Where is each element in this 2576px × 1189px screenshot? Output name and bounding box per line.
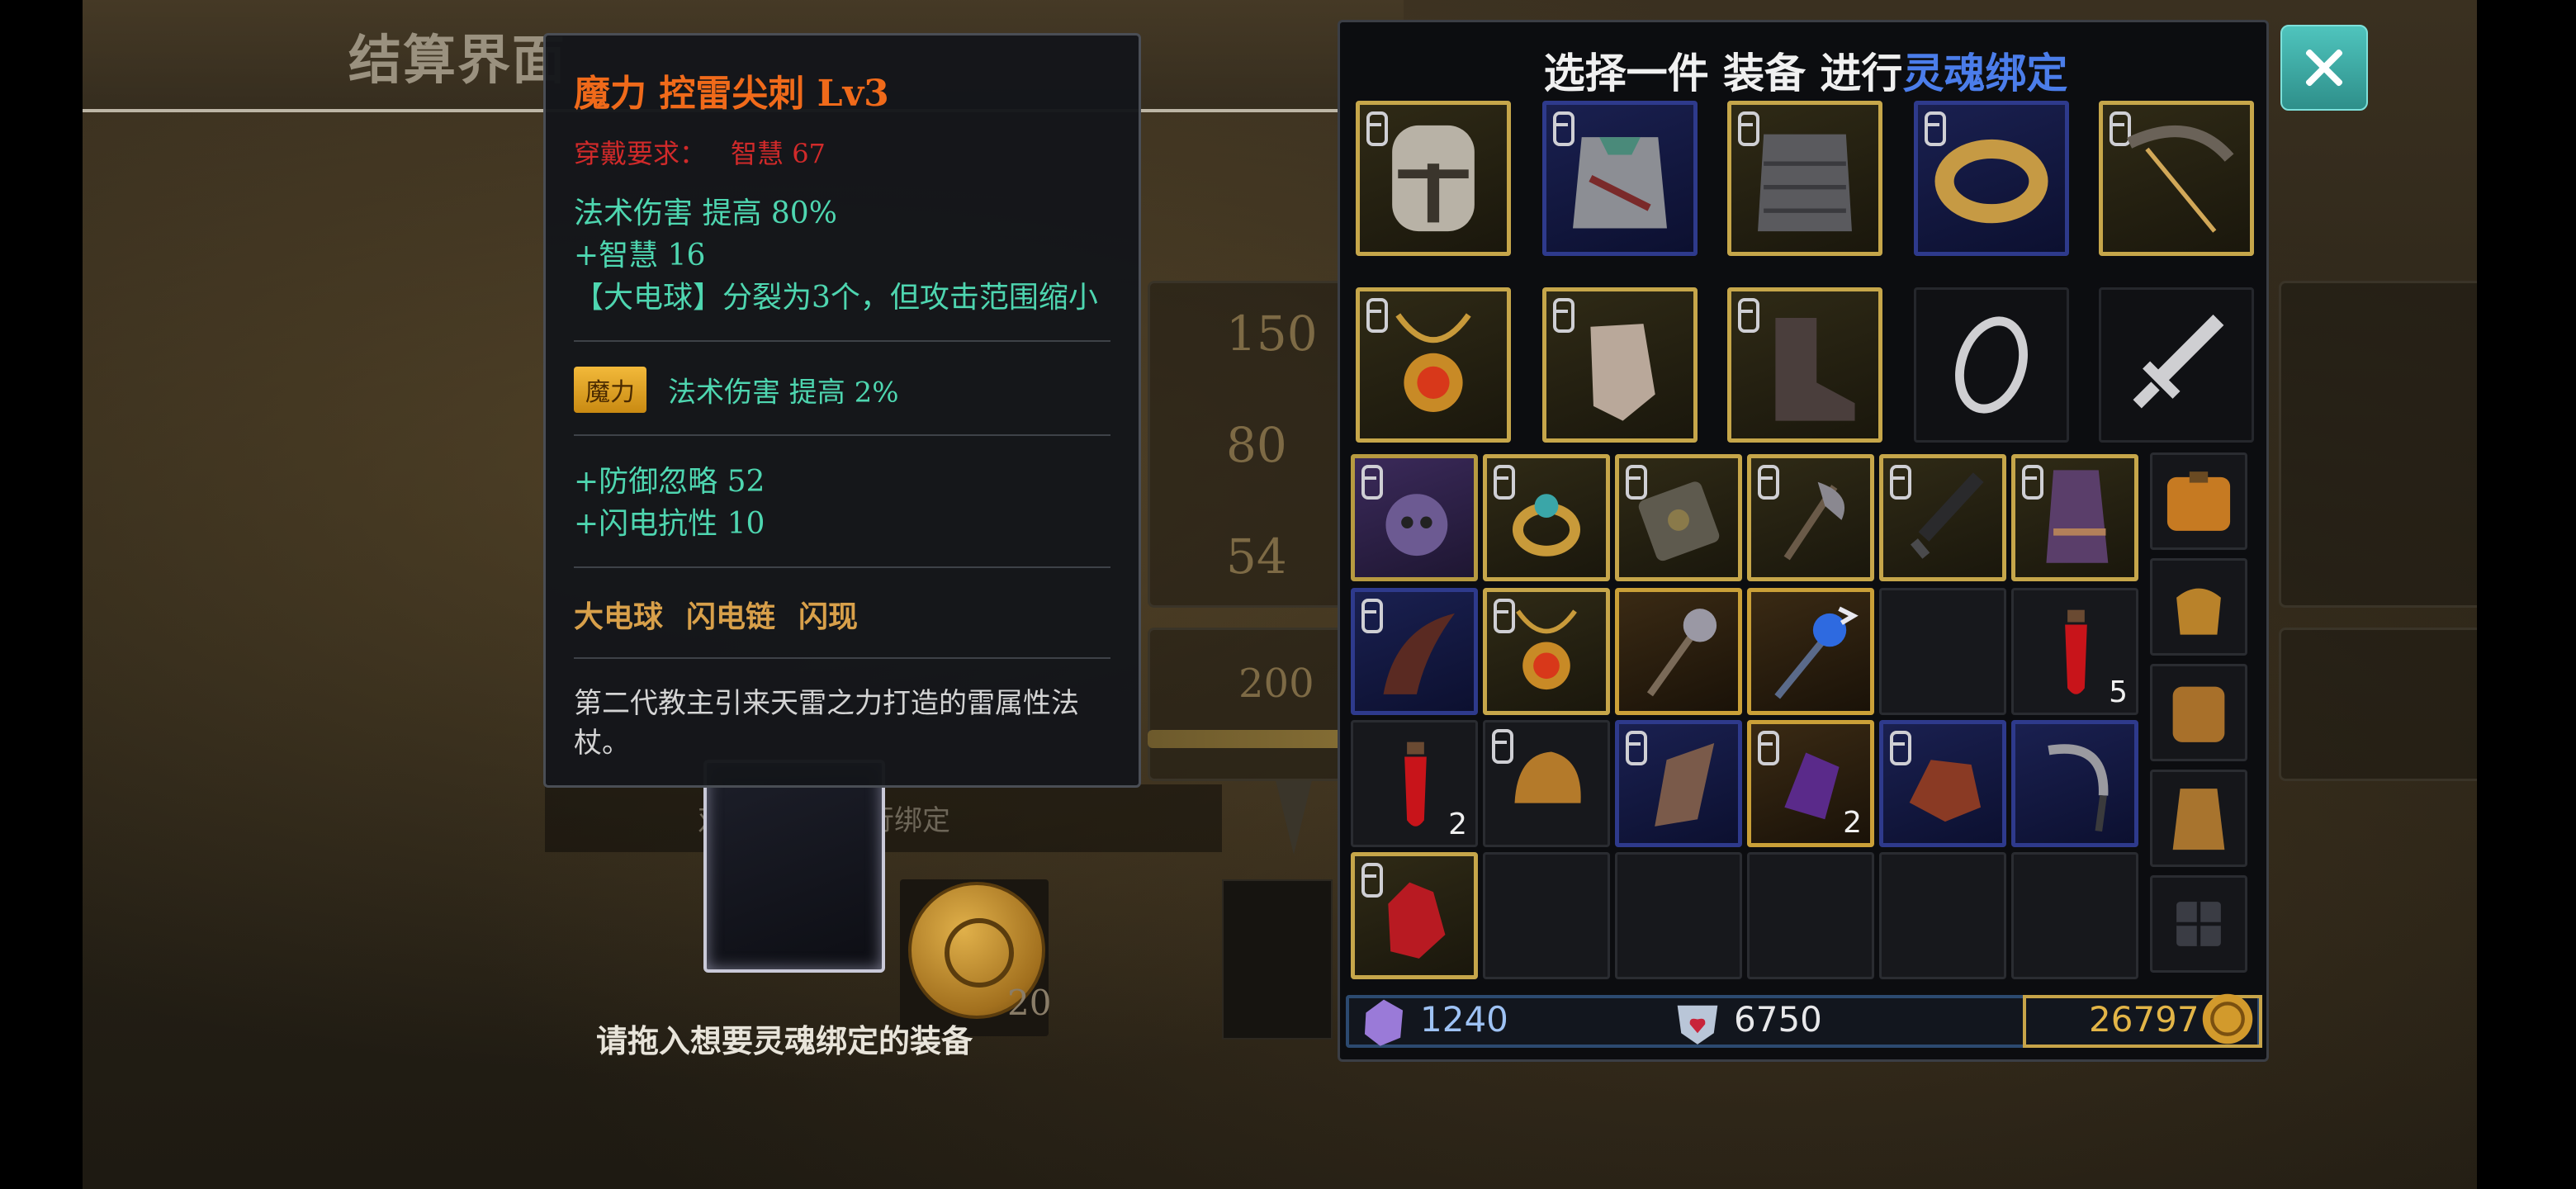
bag-tab-pouch[interactable] bbox=[2150, 558, 2247, 656]
boots-icon[interactable] bbox=[1727, 287, 1882, 443]
drop-label: 请拖入想要灵魂绑定的装备 bbox=[596, 1022, 973, 1059]
item-name: 魔力 控雷尖刺 Lv3 bbox=[574, 73, 889, 115]
amulet-icon[interactable] bbox=[1483, 588, 1610, 715]
heart-count: 6750 bbox=[1734, 999, 1822, 1040]
title-prefix: 选择一件 装备 进行 bbox=[1543, 49, 1903, 97]
amulet-icon[interactable] bbox=[1356, 287, 1511, 443]
weapon-slot-icon[interactable] bbox=[2099, 287, 2254, 443]
purple-crystal-icon[interactable]: 2 bbox=[1747, 720, 1874, 847]
crystal-count: 1240 bbox=[1420, 999, 1508, 1040]
affix-row: 魔力 法术伤害 提高 2% bbox=[574, 367, 1110, 413]
heart-icon bbox=[1677, 1005, 1718, 1045]
divider bbox=[574, 657, 1110, 659]
thunder-staff-icon[interactable] bbox=[1747, 588, 1874, 715]
requirement-value: 智慧 67 bbox=[731, 138, 826, 169]
skill-name: 闪电链 bbox=[686, 599, 776, 634]
stats-panel-lower-right bbox=[2279, 628, 2477, 781]
affix-stat: 法术伤害 提高 2% bbox=[668, 376, 899, 410]
bonus-stat: +防御忽略 52 bbox=[574, 465, 765, 499]
bracelet-icon[interactable] bbox=[1914, 101, 2069, 256]
cap-icon[interactable] bbox=[1483, 720, 1610, 847]
bag-tab-satchel[interactable] bbox=[2150, 770, 2247, 867]
bag-tab-locked[interactable] bbox=[2150, 875, 2247, 973]
skill-name: 闪现 bbox=[798, 599, 859, 634]
horn-icon[interactable] bbox=[1351, 588, 1478, 715]
scythe-icon[interactable] bbox=[2011, 720, 2138, 847]
claw-icon[interactable] bbox=[1615, 720, 1742, 847]
red-potion-icon[interactable]: 5 bbox=[2011, 588, 2138, 715]
item-stat: 法术伤害 提高 80% bbox=[574, 197, 837, 230]
stat-value: 200 bbox=[1238, 661, 1314, 707]
close-button[interactable] bbox=[2280, 25, 2368, 111]
item-description: 第二代教主引来天雷之力打造的雷属性法杖。 bbox=[574, 687, 1079, 760]
empty-bag-slot[interactable] bbox=[1747, 852, 1874, 979]
chest-armor-icon[interactable] bbox=[1542, 101, 1698, 256]
bag-tab-backpack[interactable] bbox=[2150, 664, 2247, 761]
inventory-title: 选择一件 装备 进行灵魂绑定 bbox=[1340, 40, 2271, 100]
result-slot bbox=[1222, 879, 1333, 1040]
bag-tab-large[interactable] bbox=[2150, 452, 2247, 550]
item-requirement: 穿戴要求： 智慧 67 bbox=[574, 133, 1110, 171]
stat-value: 54 bbox=[1226, 528, 1287, 585]
item-count: 2 bbox=[1448, 808, 1467, 841]
item-tooltip: 魔力 控雷尖刺 Lv3 穿戴要求： 智慧 67 法术伤害 提高 80% +智慧 1… bbox=[543, 33, 1141, 788]
down-arrow-icon bbox=[1276, 780, 1312, 855]
affix-tag: 魔力 bbox=[574, 367, 646, 413]
crystal-icon bbox=[1364, 999, 1404, 1046]
divider bbox=[574, 566, 1110, 568]
item-count: 5 bbox=[2109, 675, 2128, 709]
empty-bag-slot[interactable] bbox=[1879, 588, 2006, 715]
divider bbox=[574, 340, 1110, 342]
skill-name: 大电球 bbox=[574, 599, 664, 634]
red-ore-icon[interactable] bbox=[1879, 720, 2006, 847]
chainmail-icon[interactable] bbox=[1727, 101, 1882, 256]
empty-bag-slot[interactable] bbox=[2011, 852, 2138, 979]
gold-coin-icon bbox=[2202, 993, 2253, 1045]
mace-icon[interactable] bbox=[1615, 588, 1742, 715]
stat-value: 150 bbox=[1226, 306, 1318, 362]
shield-icon[interactable] bbox=[1615, 454, 1742, 581]
ring-icon[interactable] bbox=[1483, 454, 1610, 581]
item-count: 2 bbox=[1843, 806, 1862, 840]
page-title: 结算界面 bbox=[348, 30, 566, 92]
divider bbox=[574, 434, 1110, 436]
item-stat: +智慧 16 bbox=[574, 239, 706, 272]
dagger-icon[interactable] bbox=[1879, 454, 2006, 581]
stats-panel-right bbox=[2279, 281, 2477, 608]
requirement-label: 穿戴要求： bbox=[574, 138, 707, 169]
stat-value: 80 bbox=[1226, 417, 1287, 473]
gold-count: 26797 bbox=[2089, 999, 2200, 1040]
title-highlight: 灵魂绑定 bbox=[1902, 49, 2068, 97]
red-crystal-icon[interactable] bbox=[1351, 852, 1478, 979]
soulbind-drop-slot[interactable] bbox=[703, 760, 885, 973]
empty-bag-slot[interactable] bbox=[1879, 852, 2006, 979]
gloves-icon[interactable] bbox=[1542, 287, 1698, 443]
bonus-stat: +闪电抗性 10 bbox=[574, 507, 765, 541]
ring-slot-icon[interactable] bbox=[1914, 287, 2069, 443]
item-stat: 【大电球】分裂为3个，但攻击范围缩小 bbox=[574, 281, 1098, 315]
skill-list: 大电球 闪电链 闪现 bbox=[574, 593, 1110, 636]
helmet-icon[interactable] bbox=[1356, 101, 1511, 256]
empty-bag-slot[interactable] bbox=[1615, 852, 1742, 979]
cost-amount: 20 bbox=[1007, 983, 1052, 1023]
bow-icon[interactable] bbox=[2099, 101, 2254, 256]
empty-bag-slot[interactable] bbox=[1483, 852, 1610, 979]
axe-icon[interactable] bbox=[1747, 454, 1874, 581]
skull-armor-icon[interactable] bbox=[1351, 454, 1478, 581]
robe-icon[interactable] bbox=[2011, 454, 2138, 581]
red-potion-icon[interactable]: 2 bbox=[1351, 720, 1478, 847]
